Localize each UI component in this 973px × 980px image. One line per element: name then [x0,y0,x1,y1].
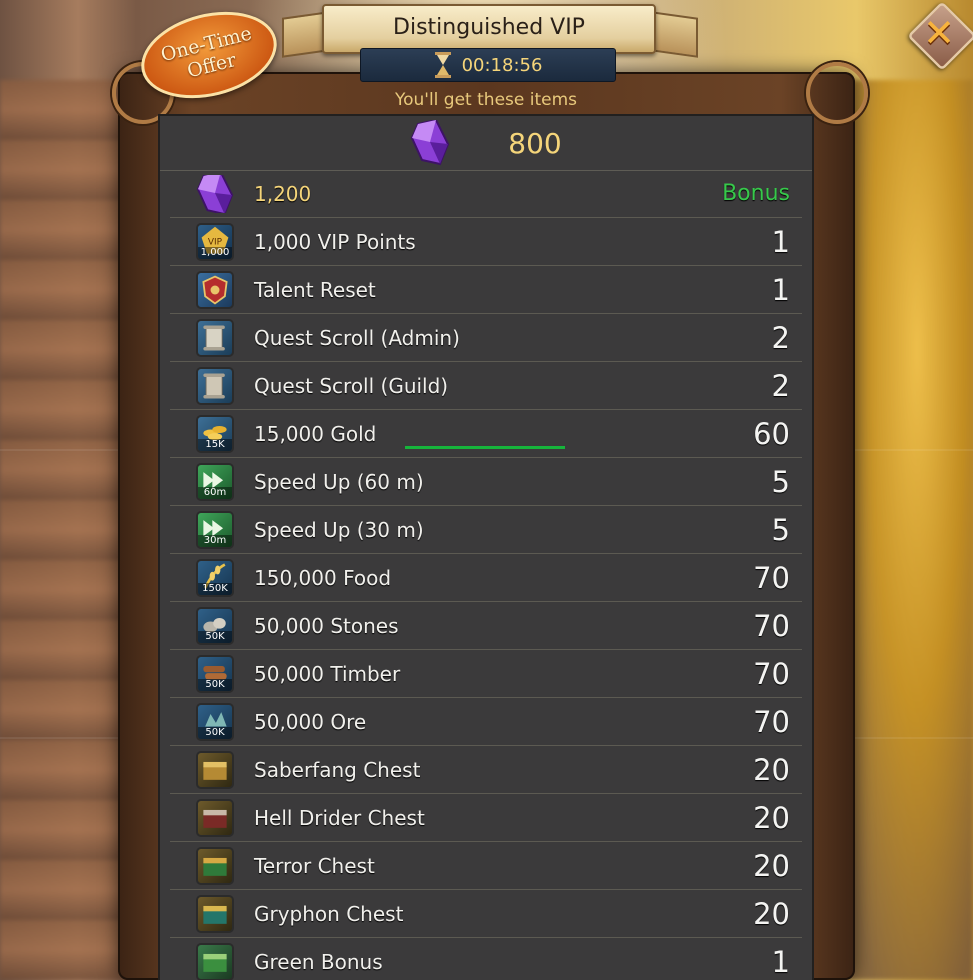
item-quantity: 5 [771,512,790,547]
items-list: 1,200 Bonus VIP 1,000 1,000 VIP Points 1 Talen… [160,170,812,980]
item-name: 1,200 [254,181,312,206]
item-name: Saberfang Chest [254,757,421,782]
bonus-label: Bonus [722,181,790,206]
item-quantity: 20 [753,848,790,883]
item-name: 50,000 Ore [254,709,367,734]
item-amount-tag: 60m [198,487,232,499]
item-quantity: 1 [771,224,790,259]
timer-text: 00:18:56 [461,54,543,76]
talent-reset-icon [196,271,234,309]
close-icon[interactable]: ✕ [912,6,966,60]
saberfang-chest-icon [196,751,234,789]
speed-up-icon: 60m [196,463,234,501]
item-name: Speed Up (60 m) [254,469,424,494]
item-name: Quest Scroll (Guild) [254,373,449,398]
gold-coins-icon: 15K [196,415,234,453]
list-item: 50K 50,000 Ore 70 [170,698,802,746]
ore-icon: 50K [196,703,234,741]
item-amount-tag: 150K [198,583,232,595]
list-item: Green Bonus 1 [170,938,802,980]
item-name: 50,000 Stones [254,613,399,638]
list-item: 60m Speed Up (60 m) 5 [170,458,802,506]
item-quantity: 70 [753,608,790,643]
item-quantity: 5 [771,464,790,499]
item-quantity: 2 [771,368,790,403]
list-item: 1,200 Bonus [170,170,802,218]
item-quantity: 2 [771,320,790,355]
purple-gem-icon [411,120,450,166]
items-subtitle: You'll get these items [394,90,578,110]
countdown-timer: 00:18:56 [360,48,616,82]
terror-chest-icon [196,847,234,885]
list-item: 150K 150,000 Food 70 [170,554,802,602]
item-name: 15,000 Gold [254,421,377,446]
item-name: 50,000 Timber [254,661,401,686]
item-quantity: 1 [771,944,790,979]
item-quantity: 60 [753,416,790,451]
list-item: Hell Drider Chest 20 [170,794,802,842]
item-name: Green Bonus [254,949,383,974]
item-name: 1,000 VIP Points [254,229,416,254]
green-bonus-chest-icon [196,943,234,980]
list-item: VIP 1,000 1,000 VIP Points 1 [170,218,802,266]
gem-amount: 800 [508,126,562,160]
list-item: 15K 15,000 Gold 60 [170,410,802,458]
list-item: 50K 50,000 Timber 70 [170,650,802,698]
frame-ornament-right [806,62,868,124]
item-quantity: 70 [753,560,790,595]
item-amount-tag: 50K [198,631,232,643]
list-item: Quest Scroll (Guild) 2 [170,362,802,410]
item-amount-tag: 1,000 [198,247,232,259]
list-item: 50K 50,000 Stones 70 [170,602,802,650]
page-title: Distinguished VIP [393,15,585,40]
item-amount-tag: 15K [198,439,232,451]
item-quantity: 20 [753,896,790,931]
item-quantity: 20 [753,752,790,787]
vip-points-icon: VIP 1,000 [196,223,234,261]
stones-icon: 50K [196,607,234,645]
item-quantity: 70 [753,704,790,739]
speed-up-icon: 30m [196,511,234,549]
list-item: Quest Scroll (Admin) 2 [170,314,802,362]
item-quantity: 70 [753,656,790,691]
gem-header: 800 [160,116,812,171]
item-quantity: 1 [771,272,790,307]
items-panel: 800 1,200 Bonus VIP 1,000 1,000 VIP Points 1 T… [160,116,812,980]
item-amount-tag: 50K [198,727,232,739]
item-quantity: 20 [753,800,790,835]
item-name: Gryphon Chest [254,901,404,926]
purple-gem-icon [196,175,234,213]
item-amount-tag: 30m [198,535,232,547]
item-amount-tag: 50K [198,679,232,691]
item-name: Terror Chest [254,853,375,878]
food-icon: 150K [196,559,234,597]
list-item: Saberfang Chest 20 [170,746,802,794]
hell-drider-chest-icon [196,799,234,837]
quest-scroll-admin-icon [196,319,234,357]
item-name: Talent Reset [254,277,376,302]
quest-scroll-guild-icon [196,367,234,405]
list-item: Talent Reset 1 [170,266,802,314]
item-name: Quest Scroll (Admin) [254,325,460,350]
scroll-progress [405,446,565,449]
timber-icon: 50K [196,655,234,693]
item-name: Hell Drider Chest [254,805,425,830]
list-item: Terror Chest 20 [170,842,802,890]
gryphon-chest-icon [196,895,234,933]
list-item: Gryphon Chest 20 [170,890,802,938]
item-name: Speed Up (30 m) [254,517,424,542]
hourglass-icon [434,52,451,78]
title-ribbon: Distinguished VIP [322,4,656,54]
item-name: 150,000 Food [254,565,392,590]
list-item: 30m Speed Up (30 m) 5 [170,506,802,554]
